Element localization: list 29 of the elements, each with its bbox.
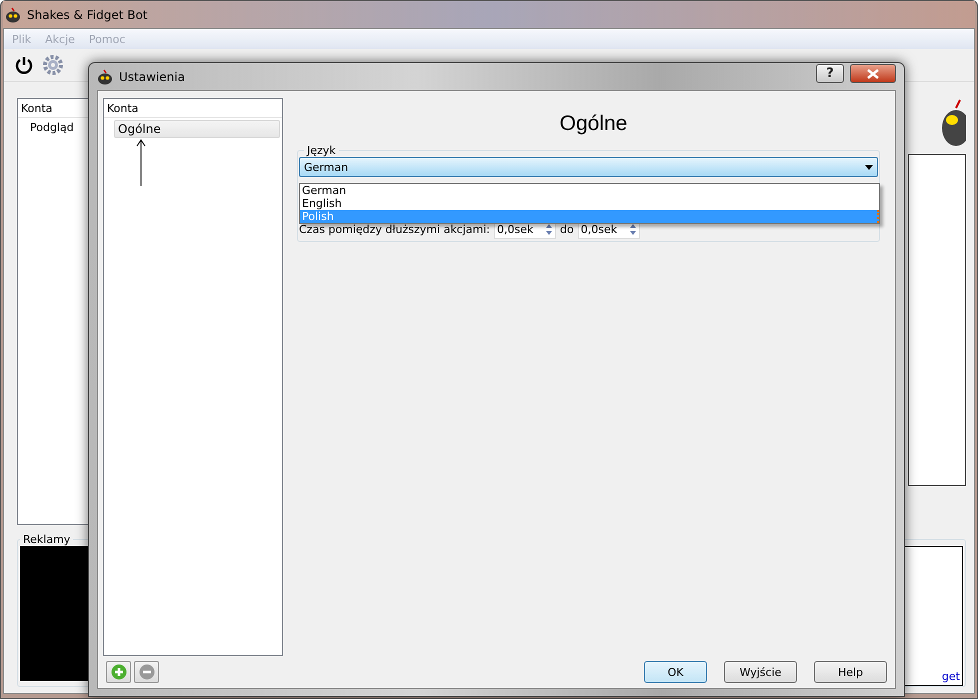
dialog-button[interactable]: Wyjście <box>724 661 797 683</box>
arrow-icon <box>136 139 146 187</box>
caret-icon <box>865 164 873 170</box>
settings-icon[interactable] <box>42 54 64 76</box>
page-heading: Ogólne <box>558 111 628 137</box>
robot-icon <box>97 68 113 84</box>
field-label: do <box>560 223 574 236</box>
close-icon <box>867 68 879 78</box>
remove-button[interactable] <box>134 661 159 683</box>
dialog-title: Ustawienia <box>119 70 186 84</box>
dropdown-option[interactable]: German <box>300 184 879 197</box>
dropdown-option[interactable]: English <box>300 197 879 210</box>
plus-icon <box>110 664 126 680</box>
tree-item[interactable]: Ogólne <box>114 120 280 138</box>
field-label: Czas pomiędzy dłuższymi akcjami: <box>299 223 490 236</box>
robot-icon <box>5 6 21 22</box>
add-button[interactable] <box>106 661 131 683</box>
help-button[interactable]: ? <box>816 64 844 83</box>
minus-icon <box>138 664 154 680</box>
ad-link[interactable]: get <box>942 670 960 683</box>
column-header: Konta <box>104 99 282 118</box>
language-dropdown[interactable]: German <box>299 157 878 177</box>
dialog-button[interactable]: OK <box>644 661 707 683</box>
window-title: Shakes & Fidget Bot <box>27 8 148 22</box>
dialog-button[interactable]: Help <box>814 661 887 683</box>
group-title: Język <box>306 144 337 157</box>
power-icon[interactable] <box>14 55 34 75</box>
close-button[interactable] <box>850 64 896 83</box>
group-title: Reklamy <box>22 533 72 546</box>
